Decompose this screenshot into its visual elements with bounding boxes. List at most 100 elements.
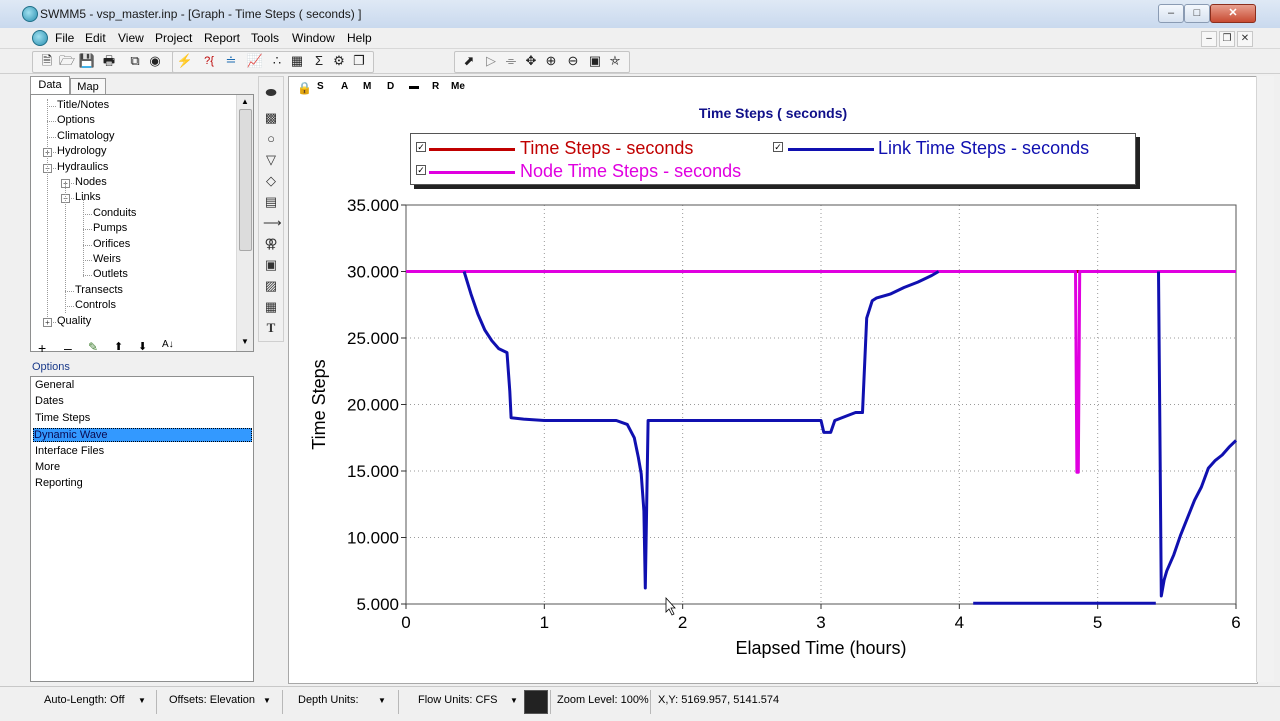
options-icon[interactable]: ⚙ — [330, 52, 348, 70]
flow-units-dropdown-icon[interactable]: ▼ — [510, 696, 518, 705]
options-list-item[interactable]: Interface Files — [35, 445, 104, 457]
outlet-icon[interactable]: ▦ — [263, 299, 279, 315]
time-series-plot-icon[interactable]: 📈 — [246, 52, 264, 70]
tree-scrollbar[interactable]: ▲ ▼ — [236, 95, 253, 351]
tree-item[interactable]: Controls — [75, 299, 116, 311]
new-file-icon[interactable]: 🗎 — [38, 52, 56, 70]
run-icon[interactable]: ⚡ — [176, 52, 194, 70]
table-icon[interactable]: ▦ — [288, 52, 306, 70]
arrange-windows-icon[interactable]: ❐ — [350, 52, 368, 70]
options-list-item[interactable]: Dynamic Wave — [33, 428, 252, 443]
menu-project[interactable]: Project — [155, 31, 192, 45]
divider-icon[interactable]: ◇ — [263, 173, 279, 189]
flow-units-status[interactable]: Flow Units: CFS — [418, 694, 497, 706]
series-line-link-time-steps-seconds — [1157, 271, 1238, 598]
move-up-icon[interactable]: ⬆ — [114, 340, 123, 353]
mdi-close-button[interactable]: ✕ — [1237, 31, 1253, 47]
maximize-button[interactable]: □ — [1184, 4, 1210, 23]
full-extent-icon[interactable]: ▣ — [586, 52, 604, 70]
tree-item[interactable]: Options — [57, 114, 95, 126]
rain-gage-icon[interactable]: ⬬ — [263, 85, 279, 101]
conduit-icon[interactable]: ⟶ — [263, 215, 282, 231]
status-divider — [550, 690, 551, 714]
options-list-item[interactable]: Dates — [35, 395, 64, 407]
orifice-icon[interactable]: ▣ — [263, 257, 279, 273]
options-list-item[interactable]: Reporting — [35, 477, 83, 489]
storage-icon[interactable]: ▤ — [263, 194, 279, 210]
select-vertex-icon[interactable]: ▷ — [482, 52, 500, 70]
tree-item[interactable]: Title/Notes — [57, 99, 109, 111]
move-down-icon[interactable]: ⬇ — [138, 340, 147, 353]
remove-icon[interactable]: – — [64, 340, 72, 356]
tree-item[interactable]: Nodes — [75, 176, 107, 188]
zoom-out-icon[interactable]: ⊖ — [564, 52, 582, 70]
time-steps-chart[interactable]: 0 1 2 3 4 5 6 5.000 10.000 15.000 20.000 25.000 30.0… — [289, 77, 1257, 683]
depth-units-dropdown-icon[interactable]: ▼ — [378, 696, 386, 705]
depth-units-status[interactable]: Depth Units: — [298, 694, 359, 706]
tree-item-label: Outlets — [93, 268, 128, 281]
minimize-button[interactable]: – — [1158, 4, 1184, 23]
main-vertical-scrollbar[interactable] — [1256, 76, 1274, 682]
copy-icon[interactable]: ⧉ — [126, 52, 144, 70]
menu-report[interactable]: Report — [204, 31, 240, 45]
menu-tools[interactable]: Tools — [251, 31, 279, 45]
tree-item[interactable]: Weirs — [93, 253, 121, 265]
select-region-icon[interactable]: ⌯ — [502, 52, 520, 70]
sort-icon[interactable]: A↓ — [162, 339, 174, 350]
profile-plot-icon[interactable]: ≐ — [222, 52, 240, 70]
auto-length-dropdown-icon[interactable]: ▼ — [138, 696, 146, 705]
zoom-in-icon[interactable]: ⊕ — [542, 52, 560, 70]
save-icon[interactable]: 💾 — [78, 52, 96, 70]
outfall-icon[interactable]: ▽ — [263, 152, 279, 168]
tree-item[interactable]: Outlets — [93, 268, 128, 280]
tree-item[interactable]: Links — [75, 191, 101, 203]
scroll-up-icon[interactable]: ▲ — [241, 97, 249, 106]
auto-length-status[interactable]: Auto-Length: Off — [44, 694, 125, 706]
print-icon[interactable]: 🖶 — [100, 52, 118, 70]
tab-map[interactable]: Map — [70, 78, 106, 94]
offsets-status[interactable]: Offsets: Elevation — [169, 694, 255, 706]
label-icon[interactable]: T — [263, 320, 279, 336]
tree-connector — [83, 199, 84, 277]
menu-view[interactable]: View — [118, 31, 144, 45]
tree-scroll-thumb[interactable] — [239, 109, 252, 251]
menu-window[interactable]: Window — [292, 31, 335, 45]
options-list-item[interactable]: Time Steps — [35, 412, 90, 424]
edit-icon[interactable]: ✎ — [88, 340, 98, 354]
tree-item[interactable]: Pumps — [93, 222, 127, 234]
statistics-icon[interactable]: Σ — [310, 52, 328, 70]
tree-item[interactable]: Conduits — [93, 207, 136, 219]
add-icon[interactable]: + — [38, 340, 46, 356]
options-list-item[interactable]: More — [35, 461, 60, 473]
tree-item[interactable]: Climatology — [57, 130, 114, 142]
tree-item[interactable]: Quality — [57, 315, 91, 327]
query-icon[interactable]: ?{ — [200, 52, 218, 70]
select-pointer-icon[interactable]: ⬈ — [460, 52, 478, 70]
weir-icon[interactable]: ▨ — [263, 278, 279, 294]
mdi-restore-button[interactable]: ❐ — [1219, 31, 1235, 47]
tree-item[interactable]: Transects — [75, 284, 123, 296]
offsets-dropdown-icon[interactable]: ▼ — [263, 696, 271, 705]
junction-icon[interactable]: ○ — [263, 131, 279, 147]
menu-edit[interactable]: Edit — [85, 31, 106, 45]
find-icon[interactable]: ◉ — [146, 52, 164, 70]
measure-icon[interactable]: ⛤ — [606, 52, 624, 70]
tree-item[interactable]: Orifices — [93, 238, 130, 250]
mdi-minimize-button[interactable]: – — [1201, 31, 1217, 47]
tree-connector — [65, 306, 74, 308]
options-list-item[interactable]: General — [35, 379, 74, 391]
tree-connector — [83, 229, 92, 231]
tree-item[interactable]: Hydrology — [57, 145, 107, 157]
menu-help[interactable]: Help — [347, 31, 372, 45]
close-button[interactable]: ✕ — [1210, 4, 1256, 23]
subcatchment-icon[interactable]: ▩ — [263, 110, 279, 126]
expand-icon[interactable]: + — [43, 317, 52, 327]
menu-file[interactable]: File — [55, 31, 74, 45]
tree-item[interactable]: Hydraulics — [57, 161, 108, 173]
pan-icon[interactable]: ✥ — [522, 52, 540, 70]
tab-data[interactable]: Data — [30, 76, 70, 94]
open-folder-icon[interactable]: 🗁 — [58, 52, 76, 70]
tree-item-label: Hydrology — [57, 145, 107, 158]
pump-icon[interactable]: ⚢ — [263, 236, 279, 252]
scatter-plot-icon[interactable]: ∴ — [268, 52, 286, 70]
